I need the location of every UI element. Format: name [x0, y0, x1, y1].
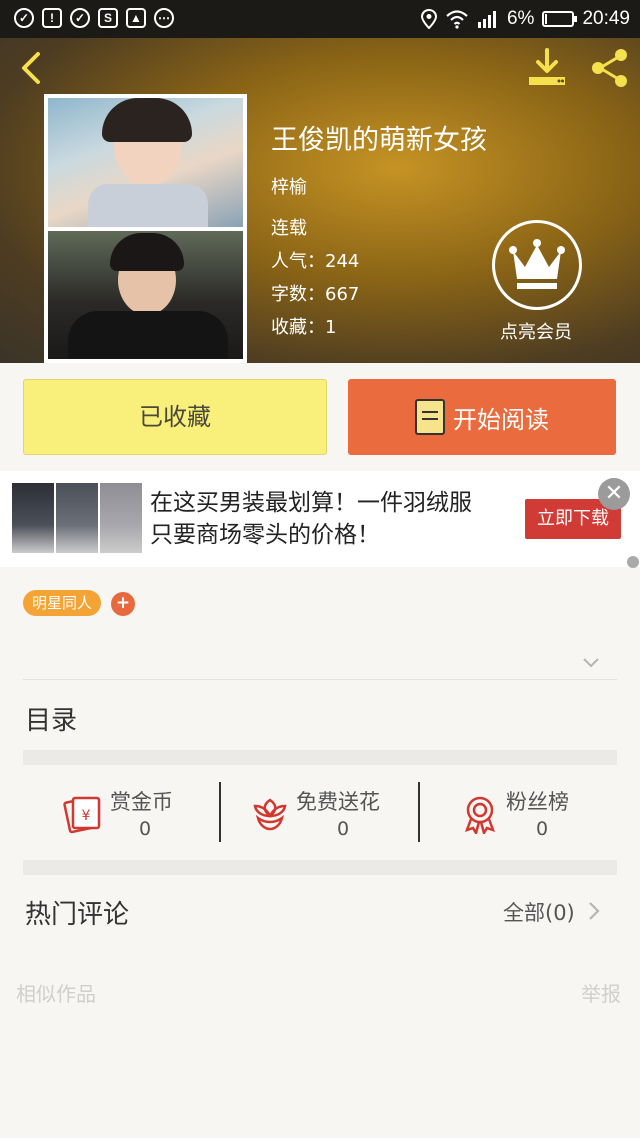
member-button[interactable]	[492, 220, 582, 310]
stat-separator	[418, 782, 420, 842]
battery-percent: 6%	[506, 8, 535, 29]
similar-works-link[interactable]: 相似作品	[16, 978, 96, 1007]
chevron-down-icon[interactable]	[582, 654, 600, 672]
ad-banner[interactable]: 在这买男装最划算！一件羽绒服 只要商场零头的价格！ 立即下载	[0, 471, 640, 567]
ad-close-icon[interactable]: ✕	[598, 478, 630, 510]
book-word-count: 字数：667	[271, 284, 360, 305]
ad-product-image	[100, 483, 142, 553]
ad-product-image	[12, 483, 54, 553]
flower-icon	[253, 798, 287, 831]
stat-separator	[219, 782, 221, 842]
signal-icon	[477, 11, 496, 28]
s-app-icon: S	[98, 8, 118, 28]
table-of-contents-title[interactable]: 目录	[25, 700, 77, 737]
wifi-icon	[446, 10, 468, 29]
reward-coins-stat[interactable]: ¥ 赏金币 0	[62, 782, 202, 842]
book-icon	[415, 399, 445, 435]
member-label[interactable]: 点亮会员	[486, 318, 586, 344]
add-tag-button[interactable]: +	[111, 592, 135, 616]
cover-photo-boy	[48, 231, 243, 359]
collected-button[interactable]: 已收藏	[23, 379, 327, 455]
red-envelope-icon: ¥	[63, 796, 101, 834]
status-bar: ✓ ! ✓ S ▲ ⋯ 6% 20:49	[0, 0, 640, 38]
book-cover[interactable]	[44, 94, 247, 363]
back-button[interactable]	[14, 48, 50, 88]
genre-tag[interactable]: 明星同人	[23, 590, 102, 616]
section-separator	[23, 860, 617, 875]
fan-ranking-stat[interactable]: 粉丝榜 0	[460, 782, 590, 842]
book-detail-page: ✓ ! ✓ S ▲ ⋯ 6% 20:49 王俊凯的萌新女孩 梓榆 连载 人气：2…	[0, 0, 640, 1138]
system-icons: 6% 20:49	[420, 8, 630, 30]
ad-text: 在这买男装最划算！一件羽绒服 只要商场零头的价格！	[150, 490, 472, 548]
book-author[interactable]: 梓榆	[271, 173, 307, 199]
more-notifications-icon: ⋯	[154, 8, 174, 28]
start-reading-label: 开始阅读	[453, 405, 549, 434]
book-popularity: 人气：244	[271, 251, 360, 272]
start-reading-button[interactable]: 开始阅读	[348, 379, 616, 455]
report-link[interactable]: 举报	[581, 978, 621, 1007]
alert-icon: !	[42, 8, 62, 28]
cover-photo-girl	[48, 98, 243, 227]
ad-product-image	[56, 483, 98, 553]
notification-icons: ✓ ! ✓ S ▲ ⋯	[14, 8, 174, 28]
free-flower-stat[interactable]: 免费送花 0	[250, 782, 400, 842]
download-icon[interactable]	[524, 46, 570, 90]
clock: 20:49	[582, 8, 630, 29]
svg-text:¥: ¥	[82, 808, 91, 824]
section-separator	[23, 750, 617, 765]
crown-icon	[509, 239, 565, 289]
ad-info-icon[interactable]	[627, 556, 639, 568]
book-title: 王俊凯的萌新女孩	[271, 125, 487, 156]
divider	[23, 679, 617, 680]
location-icon	[420, 9, 437, 29]
all-comments-link[interactable]: 全部(0)	[503, 897, 575, 927]
chevron-right-icon[interactable]	[586, 900, 602, 922]
data-saver-icon: ✓	[14, 8, 34, 28]
image-icon: ▲	[126, 8, 146, 28]
hot-comments-title: 热门评论	[25, 900, 130, 930]
book-favorites: 收藏：1	[271, 317, 337, 338]
share-icon[interactable]	[588, 46, 632, 90]
battery-icon	[542, 11, 578, 27]
medal-icon	[464, 796, 496, 834]
shield-icon: ✓	[70, 8, 90, 28]
book-header: 王俊凯的萌新女孩 梓榆 连载 人气：244 字数：667 收藏：1 点亮会员	[0, 38, 640, 363]
book-status: 连载	[271, 218, 307, 239]
